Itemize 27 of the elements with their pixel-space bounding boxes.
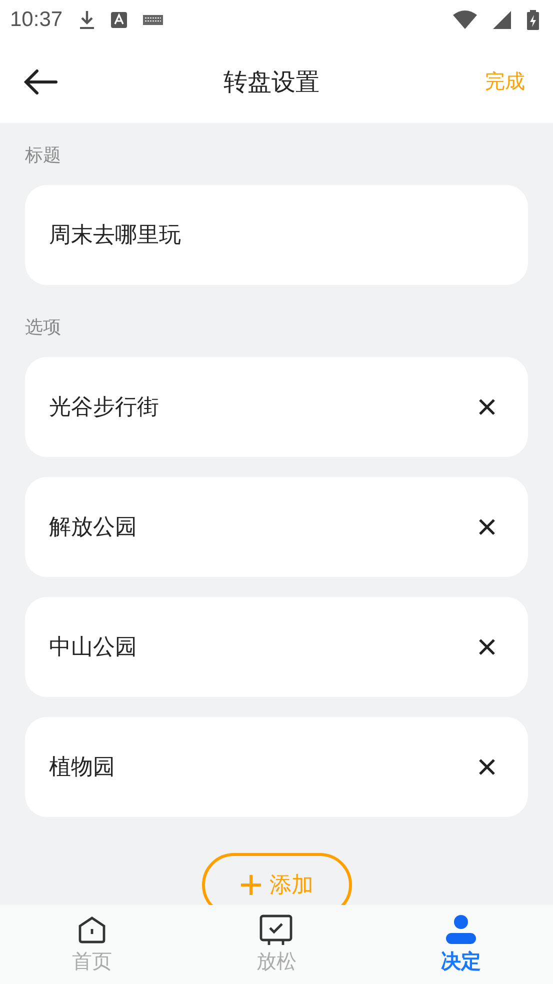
title-field[interactable]: 周末去哪里玩 (25, 185, 528, 285)
tab[interactable]: 放松 (184, 905, 369, 984)
download-icon (78, 10, 95, 30)
done-button[interactable]: 完成 (485, 68, 525, 95)
option-text: 光谷步行街 (49, 394, 159, 422)
page-title: 转盘设置 (224, 66, 320, 98)
option-text: 解放公园 (49, 514, 137, 542)
close-button[interactable] (478, 758, 496, 776)
tab[interactable]: 决定 (368, 905, 553, 984)
back-button[interactable] (24, 68, 58, 94)
section-label: 标题 (25, 144, 62, 167)
option-text: 中山公园 (49, 634, 137, 662)
tab[interactable]: 首页 (0, 905, 184, 984)
section-label: 选项 (25, 316, 62, 339)
battery-icon (527, 10, 539, 30)
keyboard-badge-icon (110, 12, 127, 28)
close-button[interactable] (478, 518, 496, 536)
close-button[interactable] (478, 638, 496, 656)
close-button[interactable] (478, 398, 496, 416)
plus-icon (240, 874, 262, 896)
option-text: 植物园 (49, 754, 115, 782)
wifi-icon (453, 10, 477, 30)
status-time: 10:37 (10, 8, 63, 32)
checked-board-icon (259, 914, 294, 946)
person-icon (444, 914, 478, 946)
signal-icon (493, 11, 511, 29)
keyboard-icon (142, 15, 163, 25)
